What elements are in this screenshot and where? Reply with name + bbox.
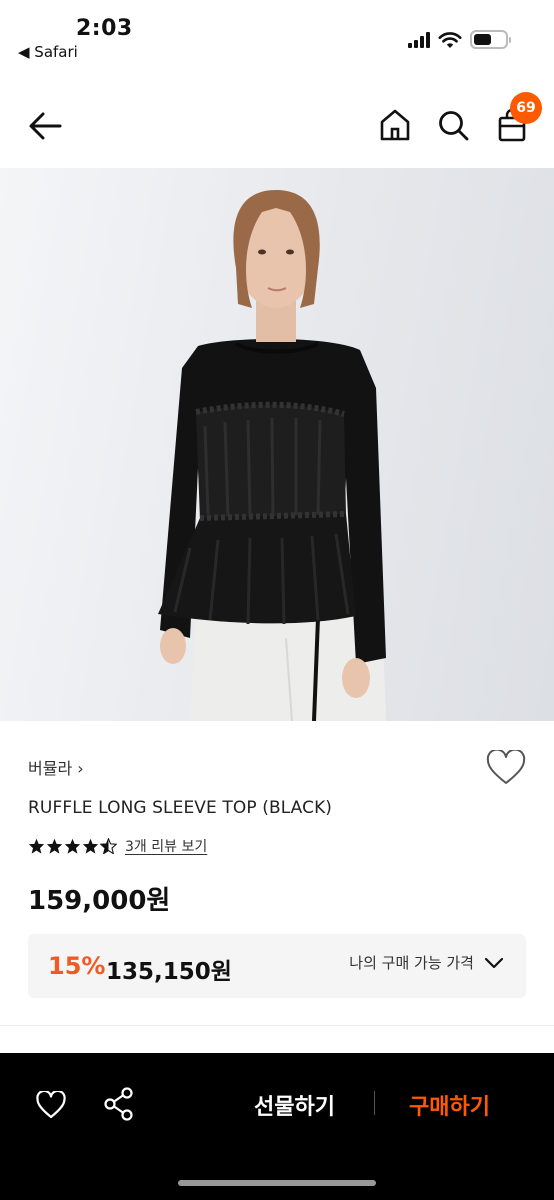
wifi-icon	[438, 31, 462, 48]
like-heart-icon[interactable]	[36, 1091, 66, 1119]
my-price-dropdown[interactable]: 나의 구매 가능 가격	[349, 952, 504, 973]
brand-link[interactable]: 버뮬라 ›	[28, 755, 84, 779]
wishlist-heart-icon[interactable]	[486, 750, 526, 786]
discount-price: 135,150원	[106, 959, 232, 985]
star-icon	[28, 838, 45, 854]
cart-count-badge: 69	[510, 92, 542, 124]
bottom-action-bar: 선물하기 구매하기	[0, 1053, 554, 1200]
status-bar: 2:03 ◀ Safari	[0, 0, 554, 70]
half-star-icon	[100, 838, 117, 854]
product-name: RUFFLE LONG SLEEVE TOP (BLACK)	[28, 798, 333, 818]
chevron-down-icon	[484, 957, 504, 968]
discount-rate: 15%	[48, 952, 106, 980]
safari-back-link[interactable]: ◀ Safari	[18, 43, 78, 61]
discount-box[interactable]: 15% 135,150원 나의 구매 가능 가격	[28, 934, 526, 998]
action-divider	[374, 1091, 375, 1115]
star-icon	[46, 838, 63, 854]
buy-button[interactable]: 구매하기	[409, 1089, 490, 1121]
review-link[interactable]: 3개 리뷰 보기	[125, 836, 207, 856]
home-indicator	[178, 1180, 376, 1186]
rating-stars	[28, 838, 117, 854]
back-arrow-icon[interactable]	[26, 107, 64, 145]
star-icon	[82, 838, 99, 854]
product-photo[interactable]	[0, 168, 554, 721]
status-icons	[408, 30, 511, 49]
model-illustration	[158, 190, 386, 721]
original-price: 159,000원	[28, 886, 171, 916]
star-icon	[64, 838, 81, 854]
gift-button[interactable]: 선물하기	[254, 1089, 335, 1121]
battery-icon	[470, 30, 511, 49]
home-icon[interactable]	[378, 107, 412, 143]
cellular-signal-icon	[408, 31, 430, 48]
status-time: 2:03	[76, 16, 133, 41]
search-icon[interactable]	[436, 107, 470, 143]
share-icon[interactable]	[104, 1087, 134, 1121]
rating-row: 3개 리뷰 보기	[28, 836, 207, 856]
section-divider	[0, 1025, 554, 1026]
my-price-label: 나의 구매 가능 가격	[349, 954, 474, 972]
app-header	[0, 85, 554, 165]
